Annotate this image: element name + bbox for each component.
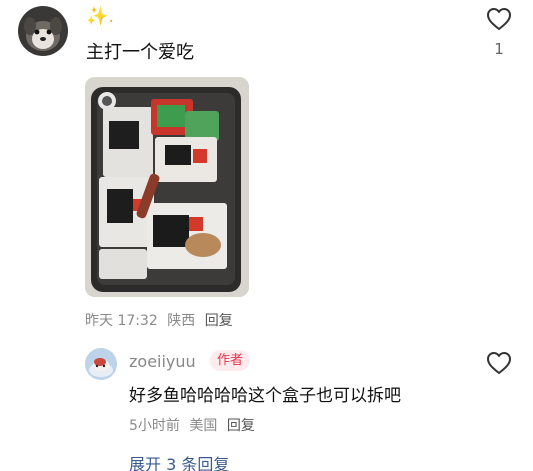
reply-time: 5小时前 — [129, 418, 180, 434]
heart-outline-icon — [487, 8, 511, 30]
comment-photo[interactable] — [85, 77, 249, 297]
expand-replies-link[interactable]: 展开 3 条回复 — [129, 451, 229, 471]
main-comment-meta: 昨天 17:32 陕西 回复 — [85, 310, 238, 330]
reply-author[interactable]: zoeiiyuu — [129, 352, 196, 371]
reply-reply-button[interactable]: 回复 — [227, 418, 255, 434]
main-comment-like-button[interactable] — [486, 7, 512, 31]
main-comment-text: 主打一个爱吃 — [86, 42, 194, 63]
expand-replies-label: 展开 3 条回复 — [129, 455, 230, 471]
reply-avatar[interactable] — [85, 348, 117, 380]
author-badge: 作者 — [210, 350, 251, 371]
reply-meta: 5小时前 美国 回复 — [129, 415, 260, 435]
reply-location: 美国 — [189, 418, 218, 434]
main-comment-reply-button[interactable]: 回复 — [205, 313, 233, 329]
reply-like-button[interactable] — [486, 351, 512, 375]
main-comment-time: 昨天 17:32 — [85, 313, 158, 329]
main-comment-author[interactable]: ✨. — [86, 6, 114, 27]
main-comment-location: 陕西 — [167, 313, 196, 329]
heart-outline-icon — [487, 352, 511, 374]
main-comment-avatar[interactable] — [18, 6, 68, 56]
main-comment-like-count: 1 — [494, 40, 504, 58]
reply-text: 好多鱼哈哈哈哈这个盒子也可以拆吧 — [129, 386, 401, 406]
